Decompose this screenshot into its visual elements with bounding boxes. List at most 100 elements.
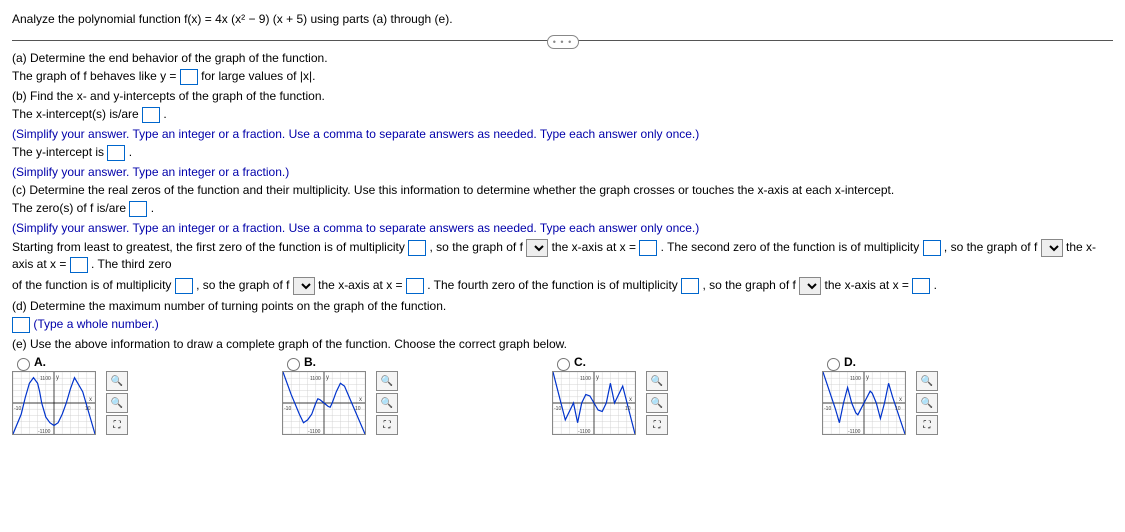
svg-text:10: 10 (895, 406, 901, 412)
xint-instr: (Simplify your answer. Type an integer o… (12, 127, 1113, 141)
svg-text:-10: -10 (14, 406, 21, 412)
label-b: B. (304, 355, 316, 369)
zeros-input[interactable] (129, 201, 147, 217)
zoom-out-a[interactable]: 🔍 (106, 393, 128, 413)
zoom-in-b[interactable]: 🔍 (376, 371, 398, 391)
zeros-pre: The zero(s) of f is/are (12, 201, 129, 215)
graph-c[interactable]: y x 1100 -1100 -10 10 (552, 371, 636, 435)
svg-text:y: y (326, 375, 329, 381)
xint-input[interactable] (142, 107, 160, 123)
part-b-yint: The y-intercept is . (12, 145, 1113, 161)
xint-post: . (163, 107, 166, 121)
s4d: . (934, 278, 937, 292)
part-e-title: (e) Use the above information to draw a … (12, 337, 1113, 351)
multiplicity-line1: Starting from least to greatest, the fir… (12, 239, 1113, 273)
turning-points-input[interactable] (12, 317, 30, 333)
part-c-zeros: The zero(s) of f is/are . (12, 201, 1113, 217)
s2b: , so the graph of f (944, 240, 1041, 254)
zoom-out-c[interactable]: 🔍 (646, 393, 668, 413)
expand-d[interactable]: ⛶ (916, 415, 938, 435)
s3b: , so the graph of f (196, 278, 293, 292)
radio-c[interactable] (557, 358, 570, 371)
svg-text:10: 10 (85, 406, 91, 412)
svg-text:-1100: -1100 (308, 429, 321, 434)
graph-b-svg: y x 1100 -1100 -10 10 (283, 372, 365, 434)
part-d-entry: (Type a whole number.) (12, 317, 1113, 333)
svg-text:y: y (56, 375, 59, 381)
zoom-out-b[interactable]: 🔍 (376, 393, 398, 413)
svg-text:y: y (866, 375, 869, 381)
svg-text:1100: 1100 (580, 376, 591, 382)
s4b: , so the graph of f (702, 278, 799, 292)
part-a-sentence: The graph of f behaves like y = for larg… (12, 69, 1113, 85)
part-a-input[interactable] (180, 69, 198, 85)
zoom-in-a[interactable]: 🔍 (106, 371, 128, 391)
part-a-title: (a) Determine the end behavior of the gr… (12, 51, 1113, 65)
s3line2a: of the function is of multiplicity (12, 278, 175, 292)
behavior1-select[interactable] (526, 239, 548, 257)
svg-text:-10: -10 (284, 406, 291, 412)
zeros-instr: (Simplify your answer. Type an integer o… (12, 221, 1113, 235)
x2-input[interactable] (70, 257, 88, 273)
yint-pre: The y-intercept is (12, 145, 107, 159)
x1-input[interactable] (639, 240, 657, 256)
mult3-input[interactable] (175, 278, 193, 294)
s3a: . The third zero (91, 257, 171, 271)
graph-d[interactable]: y x 1100 -1100 -10 10 (822, 371, 906, 435)
expand-toggle[interactable]: • • • (547, 35, 579, 49)
svg-text:-10: -10 (554, 406, 561, 412)
part-a-post: for large values of |x|. (201, 69, 315, 83)
svg-text:-1100: -1100 (578, 429, 591, 434)
svg-text:x: x (899, 397, 902, 403)
multiplicity-line2: of the function is of multiplicity , so … (12, 277, 1113, 295)
x3-input[interactable] (406, 278, 424, 294)
radio-a[interactable] (17, 358, 30, 371)
s1c: the x-axis at x = (552, 240, 640, 254)
svg-text:x: x (359, 397, 362, 403)
label-d: D. (844, 355, 856, 369)
s4a: . The fourth zero of the function is of … (427, 278, 681, 292)
zoom-in-c[interactable]: 🔍 (646, 371, 668, 391)
mult4-input[interactable] (681, 278, 699, 294)
part-d-title: (d) Determine the maximum number of turn… (12, 299, 1113, 313)
svg-text:y: y (596, 375, 599, 381)
svg-text:-1100: -1100 (848, 429, 861, 434)
x4-input[interactable] (912, 278, 930, 294)
yint-input[interactable] (107, 145, 125, 161)
label-c: C. (574, 355, 586, 369)
graph-a-svg: yx1100-1100-1010 (13, 372, 95, 434)
zoom-out-d[interactable]: 🔍 (916, 393, 938, 413)
svg-text:1100: 1100 (310, 376, 321, 382)
svg-text:x: x (629, 397, 632, 403)
part-c-title: (c) Determine the real zeros of the func… (12, 183, 1113, 197)
yint-post: . (129, 145, 132, 159)
header: Analyze the polynomial function f(x) = 4… (12, 12, 1113, 26)
expand-b[interactable]: ⛶ (376, 415, 398, 435)
s2a: . The second zero of the function is of … (661, 240, 923, 254)
svg-text:-10: -10 (824, 406, 831, 412)
graph-a[interactable]: yx1100-1100-1010 (12, 371, 96, 435)
svg-text:x: x (89, 397, 92, 403)
part-b-xint: The x-intercept(s) is/are . (12, 107, 1113, 123)
radio-b[interactable] (287, 358, 300, 371)
expand-a[interactable]: ⛶ (106, 415, 128, 435)
svg-text:1100: 1100 (850, 376, 861, 382)
svg-text:-1100: -1100 (38, 429, 51, 434)
zoom-in-d[interactable]: 🔍 (916, 371, 938, 391)
expand-c[interactable]: ⛶ (646, 415, 668, 435)
label-a: A. (34, 355, 46, 369)
behavior2-select[interactable] (1041, 239, 1063, 257)
mult2-input[interactable] (923, 240, 941, 256)
graph-d-svg: y x 1100 -1100 -10 10 (823, 372, 905, 434)
behavior3-select[interactable] (293, 277, 315, 295)
s4c: the x-axis at x = (825, 278, 913, 292)
behavior4-select[interactable] (799, 277, 821, 295)
radio-d[interactable] (827, 358, 840, 371)
mult1-input[interactable] (408, 240, 426, 256)
svg-text:10: 10 (625, 406, 631, 412)
svg-text:10: 10 (355, 406, 361, 412)
s1a: Starting from least to greatest, the fir… (12, 240, 408, 254)
s1b: , so the graph of f (430, 240, 527, 254)
part-d-post: (Type a whole number.) (33, 317, 158, 331)
graph-b[interactable]: y x 1100 -1100 -10 10 (282, 371, 366, 435)
